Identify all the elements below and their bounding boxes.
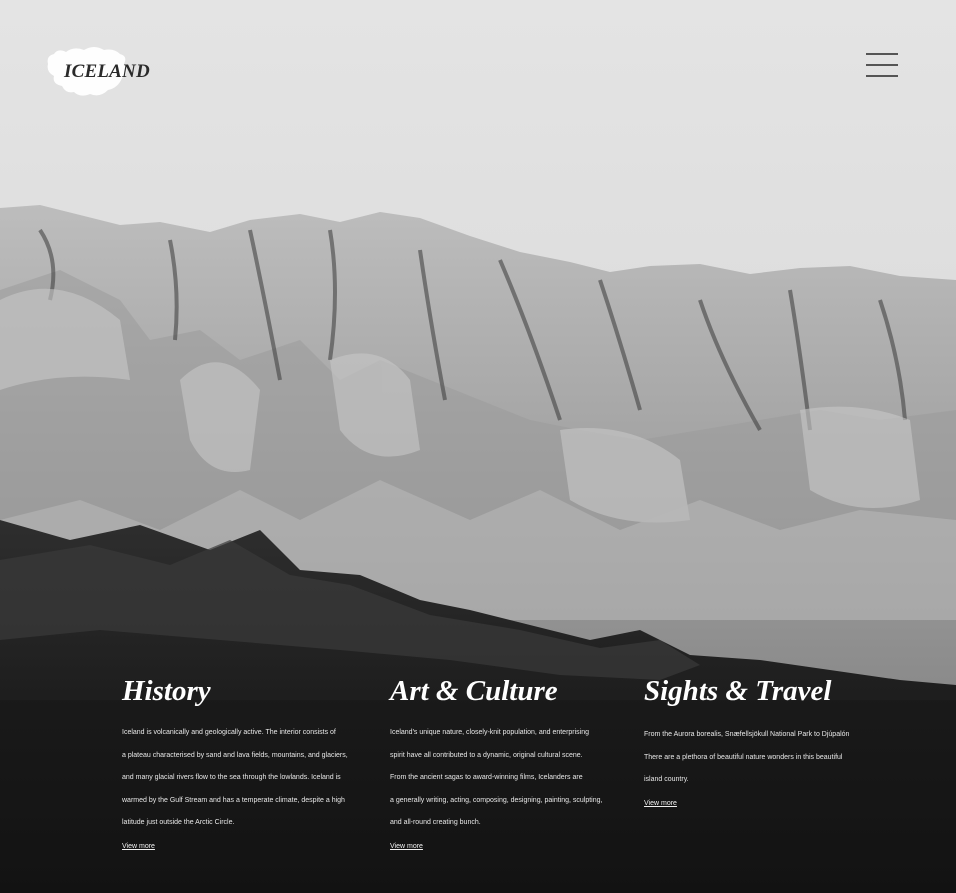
- art-culture-view-more-link[interactable]: View more: [390, 836, 423, 858]
- hamburger-icon: [866, 53, 898, 55]
- art-culture-line: From the ancient sagas to award-winning …: [390, 774, 583, 782]
- sights-travel-text: From the Aurora borealis, Snæfellsjökull…: [644, 724, 849, 792]
- history-section: History Iceland is volcanically and geol…: [122, 672, 348, 858]
- history-line: Iceland is volcanically and geologically…: [122, 729, 336, 736]
- sights-travel-line: island country.: [644, 776, 689, 784]
- sights-travel-title: Sights & Travel: [644, 675, 832, 707]
- sights-travel-line: There are a plethora of beautiful nature…: [644, 753, 843, 761]
- history-title: History: [122, 675, 211, 707]
- hamburger-icon-line: [866, 75, 898, 77]
- history-line: and many glacial rivers flow to the sea …: [122, 774, 341, 782]
- sights-travel-section: Sights & Travel From the Aurora borealis…: [644, 672, 849, 815]
- art-culture-title: Art & Culture: [390, 675, 558, 707]
- history-line: latitude just outside the Arctic Circle.: [122, 819, 235, 827]
- art-culture-line: and all-round creating bunch.: [390, 819, 481, 827]
- history-line: warmed by the Gulf Stream and has a temp…: [122, 796, 345, 804]
- hamburger-menu-button[interactable]: [864, 52, 900, 80]
- history-view-more-link[interactable]: View more: [122, 836, 155, 858]
- art-culture-line: a generally writing, acting, composing, …: [390, 796, 603, 804]
- brand-name[interactable]: ICELAND: [64, 61, 150, 83]
- art-culture-section: Art & Culture Iceland's unique nature, c…: [390, 672, 602, 858]
- history-line: a plateau characterised by sand and lava…: [122, 751, 348, 759]
- art-culture-text: Iceland's unique nature, closely-knit po…: [390, 722, 602, 835]
- history-text: Iceland is volcanically and geologically…: [122, 722, 348, 835]
- sights-travel-view-more-link[interactable]: View more: [644, 793, 677, 815]
- art-culture-line: spirit have all contributed to a dynamic…: [390, 751, 583, 759]
- hamburger-icon-line: [866, 64, 898, 66]
- sights-travel-line: From the Aurora borealis, Snæfellsjökull…: [644, 731, 850, 738]
- art-culture-line: Iceland's unique nature, closely-knit po…: [390, 729, 590, 736]
